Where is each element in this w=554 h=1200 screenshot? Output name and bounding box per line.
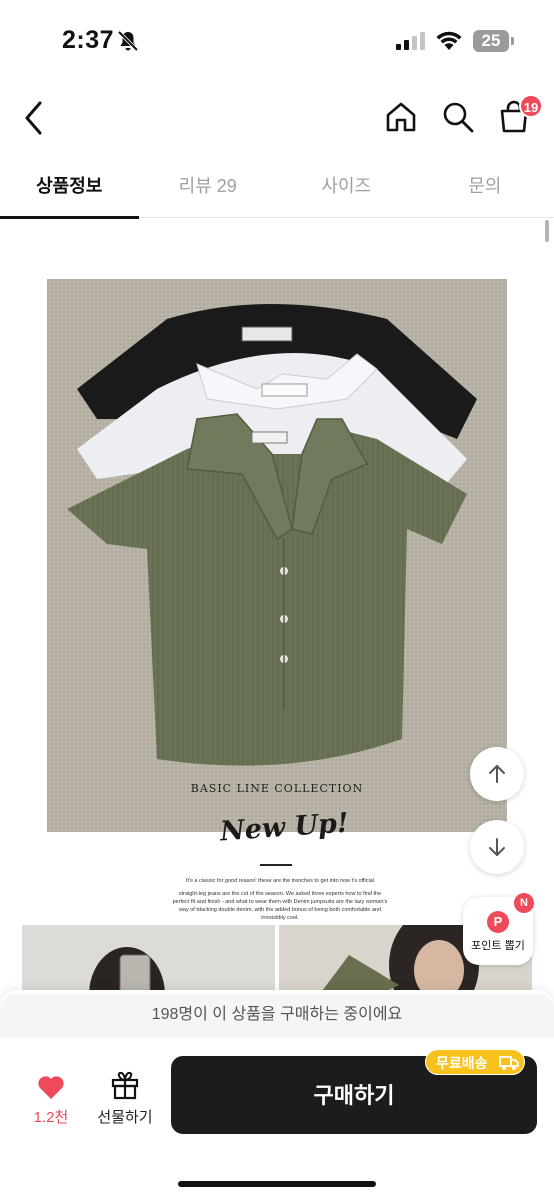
buyers-notice: 198명이 이 상품을 구매하는 중이에요 bbox=[0, 994, 554, 1038]
tab-product-info[interactable]: 상품정보 bbox=[0, 158, 139, 219]
point-icon: P bbox=[487, 911, 509, 933]
scroll-bottom-button[interactable] bbox=[470, 820, 524, 874]
new-badge: N bbox=[514, 893, 534, 913]
like-count: 1.2천 bbox=[33, 1109, 69, 1126]
like-button[interactable]: 1.2천 bbox=[24, 1070, 78, 1130]
tab-bar: 상품정보 리뷰 29 사이즈 문의 bbox=[0, 158, 554, 219]
gift-label: 선물하기 bbox=[97, 1109, 153, 1126]
divider bbox=[260, 864, 292, 866]
battery-nub bbox=[511, 37, 514, 45]
search-icon[interactable] bbox=[441, 100, 475, 134]
truck-icon bbox=[499, 1056, 519, 1070]
home-indicator bbox=[178, 1181, 376, 1187]
scrollbar[interactable] bbox=[545, 220, 549, 242]
tab-inquiry[interactable]: 문의 bbox=[416, 158, 554, 217]
gift-icon bbox=[111, 1071, 139, 1100]
back-icon[interactable] bbox=[20, 98, 50, 138]
tab-reviews[interactable]: 리뷰 29 bbox=[139, 158, 278, 217]
arrow-down-icon bbox=[489, 838, 505, 856]
battery-indicator: 25 bbox=[473, 30, 509, 52]
status-time: 2:37 bbox=[62, 26, 115, 54]
description-text: straight-leg jeans are the cut of the se… bbox=[172, 891, 388, 921]
free-shipping-badge: 무료배송 bbox=[425, 1049, 525, 1075]
status-bar: 2:37 25 bbox=[0, 0, 554, 80]
cart-badge: 19 bbox=[519, 94, 543, 118]
image-caption: BASIC LINE COLLECTION bbox=[190, 782, 364, 795]
wifi-icon bbox=[436, 31, 462, 50]
model-photo-left bbox=[22, 925, 275, 995]
gift-button[interactable]: 선물하기 bbox=[90, 1068, 160, 1128]
product-image: BASIC LINE COLLECTION bbox=[47, 279, 507, 832]
point-draw-button[interactable]: P N 포인트 뽑기 bbox=[463, 893, 534, 965]
bell-slash-icon bbox=[117, 30, 139, 52]
point-draw-label: 포인트 뽑기 bbox=[471, 940, 525, 952]
intro-text: It's a classic for good reason' these ar… bbox=[185, 878, 374, 884]
scroll-top-button[interactable] bbox=[470, 747, 524, 801]
free-shipping-label: 무료배송 bbox=[436, 1055, 488, 1071]
arrow-up-icon bbox=[489, 765, 505, 783]
home-icon[interactable] bbox=[384, 100, 418, 134]
heart-icon bbox=[38, 1076, 64, 1099]
tab-size[interactable]: 사이즈 bbox=[277, 158, 416, 217]
signal-icon bbox=[396, 32, 425, 50]
